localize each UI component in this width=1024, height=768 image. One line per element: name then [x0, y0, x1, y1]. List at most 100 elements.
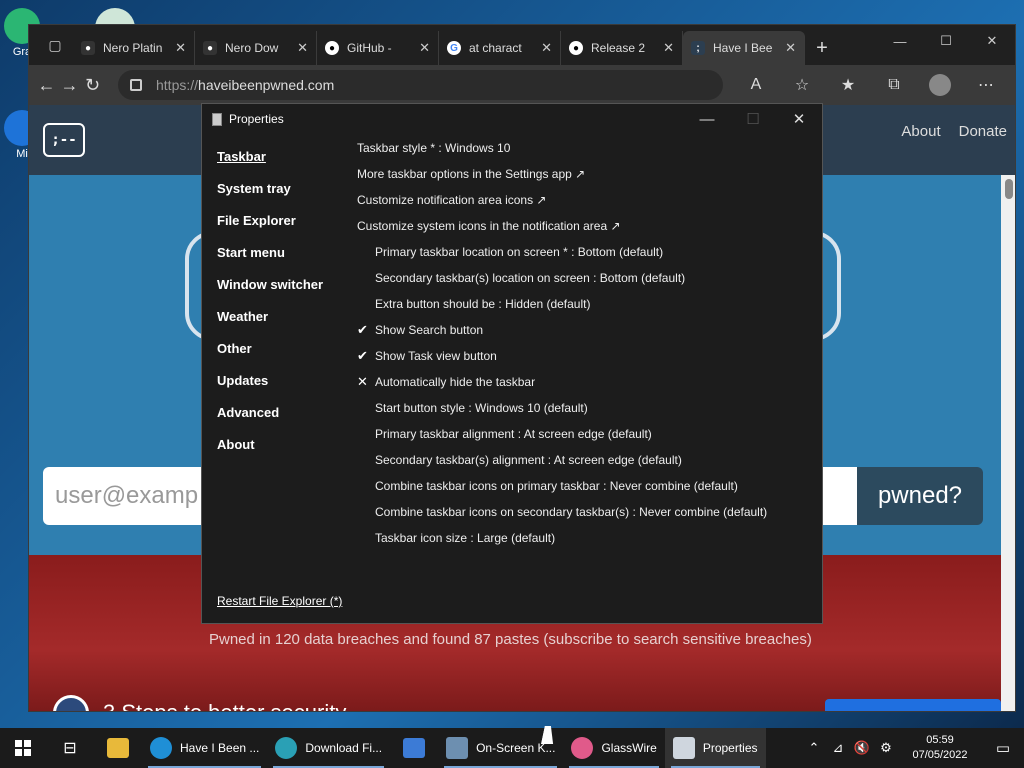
forward-icon[interactable]: → — [58, 69, 81, 101]
restart-explorer-link[interactable]: Restart File Explorer (*) — [217, 594, 342, 608]
sidebar-item-system-tray[interactable]: System tray — [217, 172, 347, 204]
setting-option[interactable]: Taskbar icon size : Large (default) — [357, 525, 807, 551]
chevron-up-icon[interactable]: ⌃ — [802, 728, 826, 768]
read-aloud-icon[interactable]: A — [733, 69, 779, 101]
tab-close-icon[interactable]: ✕ — [297, 40, 308, 56]
setting-option[interactable]: Primary taskbar location on screen * : B… — [357, 239, 807, 265]
store-icon[interactable] — [390, 728, 438, 768]
setting-option[interactable]: More taskbar options in the Settings app… — [357, 161, 807, 187]
network-icon[interactable]: ⊿ — [826, 728, 850, 768]
taskbar: ⊟ Have I Been ... Download Fi... On-Scre… — [0, 728, 1024, 768]
pwned-summary: Pwned in 120 data breaches and found 87 … — [209, 631, 812, 648]
url-host: haveibeenpwned.com — [198, 77, 335, 93]
favorites-icon[interactable]: ★ — [825, 69, 871, 101]
setting-option[interactable]: Start button style : Windows 10 (default… — [357, 395, 807, 421]
setting-option[interactable]: Primary taskbar alignment : At screen ed… — [357, 421, 807, 447]
tab-close-icon[interactable]: ✕ — [175, 40, 186, 56]
tab-label: Nero Platin — [103, 41, 163, 55]
setting-option-label: Taskbar style * : Windows 10 — [357, 141, 511, 155]
volume-muted-icon[interactable]: 🔇 — [850, 728, 874, 768]
minimize-icon[interactable]: — — [877, 25, 923, 57]
taskbar-app-download[interactable]: Download Fi... — [267, 728, 390, 768]
checkmark-icon: ✔ — [357, 348, 368, 363]
setting-option-label: Show Task view button — [375, 349, 497, 363]
setting-option[interactable]: Customize notification area icons ↗ — [357, 187, 807, 213]
sidebar-item-weather[interactable]: Weather — [217, 300, 347, 332]
glasswire-icon — [571, 737, 594, 759]
tab-actions-icon[interactable]: ▢ — [37, 25, 73, 65]
setting-option-label: Primary taskbar alignment : At screen ed… — [375, 427, 652, 441]
setting-option[interactable]: Secondary taskbar(s) location on screen … — [357, 265, 807, 291]
sidebar-item-start-menu[interactable]: Start menu — [217, 236, 347, 268]
refresh-icon[interactable]: ↻ — [81, 69, 104, 101]
browser-tab-active[interactable]: ; Have I Bee ✕ — [683, 31, 805, 65]
tab-close-icon[interactable]: ✕ — [663, 40, 674, 56]
tab-close-icon[interactable]: ✕ — [785, 40, 796, 56]
setting-option-label: Show Search button — [375, 323, 484, 337]
clock-date: 07/05/2022 — [912, 749, 968, 761]
setting-option[interactable]: ✕ Automatically hide the taskbar — [357, 369, 807, 395]
add-favorite-icon[interactable]: ☆ — [779, 69, 825, 101]
sidebar-item-advanced[interactable]: Advanced — [217, 396, 347, 428]
close-icon[interactable]: ✕ — [776, 104, 822, 134]
setting-option[interactable]: Combine taskbar icons on secondary taskb… — [357, 499, 807, 525]
setting-option[interactable]: ✔ Show Search button — [357, 317, 807, 343]
address-bar: ← → ↻ https:// haveibeenpwned.com A ☆ ★ … — [29, 65, 1015, 105]
tab-label: Have I Bee — [713, 41, 773, 55]
system-tray: ⌃ ⊿ 🔇 ⚙ 05:59 07/05/2022 ▭ — [802, 728, 1024, 768]
site-logo[interactable]: ;-- — [43, 123, 85, 157]
nav-donate-link[interactable]: Donate — [959, 123, 1007, 140]
github-icon: ● — [203, 41, 217, 55]
setting-option[interactable]: Combine taskbar icons on primary taskbar… — [357, 473, 807, 499]
browser-tab[interactable]: ● GitHub - ✕ — [317, 31, 439, 65]
setting-option[interactable]: Customize system icons in the notificati… — [357, 213, 807, 239]
browser-tab[interactable]: ● Nero Dow ✕ — [195, 31, 317, 65]
tab-close-icon[interactable]: ✕ — [541, 40, 552, 56]
clock[interactable]: 05:59 07/05/2022 — [898, 733, 982, 763]
profile-icon[interactable] — [917, 69, 963, 101]
settings-gear-icon[interactable]: ⚙ — [874, 728, 898, 768]
sidebar-item-about[interactable]: About — [217, 428, 347, 460]
cross-icon: ✕ — [357, 374, 368, 389]
taskbar-app-glasswire[interactable]: GlassWire — [563, 728, 664, 768]
url-input[interactable]: https:// haveibeenpwned.com — [118, 70, 723, 100]
sidebar-item-other[interactable]: Other — [217, 332, 347, 364]
github-icon: ● — [81, 41, 95, 55]
sidebar-item-updates[interactable]: Updates — [217, 364, 347, 396]
file-explorer-icon[interactable] — [94, 728, 142, 768]
tab-label: GitHub - — [347, 41, 392, 55]
taskbar-app-have-i-been-pwned[interactable]: Have I Been ... — [142, 728, 267, 768]
edge-icon — [275, 737, 298, 759]
back-icon[interactable]: ← — [35, 69, 58, 101]
page-scrollbar[interactable] — [1001, 175, 1015, 711]
browser-tab[interactable]: G at charact ✕ — [439, 31, 561, 65]
dialog-title: Properties — [229, 112, 284, 126]
browser-tab[interactable]: ● Release 2 ✕ — [561, 31, 683, 65]
more-icon[interactable]: ⋯ — [963, 69, 1009, 101]
minimize-icon[interactable]: — — [684, 104, 730, 134]
pwned-button[interactable]: pwned? — [857, 467, 983, 525]
sidebar-item-window-switcher[interactable]: Window switcher — [217, 268, 347, 300]
start-button[interactable] — [0, 728, 46, 768]
setting-option[interactable]: Extra button should be : Hidden (default… — [357, 291, 807, 317]
setting-option[interactable]: Secondary taskbar(s) alignment : At scre… — [357, 447, 807, 473]
taskbar-app-label: Have I Been ... — [180, 741, 260, 755]
task-view-icon[interactable]: ⊟ — [46, 728, 94, 768]
sidebar-item-file-explorer[interactable]: File Explorer — [217, 204, 347, 236]
edge-icon — [150, 737, 172, 759]
tab-close-icon[interactable]: ✕ — [419, 40, 430, 56]
setting-option[interactable]: ✔ Show Task view button — [357, 343, 807, 369]
steps-button[interactable] — [825, 699, 1001, 711]
nav-about-link[interactable]: About — [901, 123, 940, 140]
browser-tab[interactable]: ● Nero Platin ✕ — [73, 31, 195, 65]
setting-option-label: Combine taskbar icons on primary taskbar… — [375, 479, 738, 493]
sidebar-item-taskbar[interactable]: Taskbar — [217, 140, 347, 172]
new-tab-button[interactable]: + — [805, 31, 839, 65]
setting-option[interactable]: Taskbar style * : Windows 10 — [357, 135, 807, 161]
close-icon[interactable]: ✕ — [969, 25, 1015, 57]
taskbar-app-properties[interactable]: Properties — [664, 728, 766, 768]
maximize-icon[interactable]: ☐ — [923, 25, 969, 57]
dialog-titlebar[interactable]: Properties — ☐ ✕ — [202, 104, 822, 134]
collections-icon[interactable]: ⧉ — [871, 69, 917, 101]
notifications-icon[interactable]: ▭ — [982, 728, 1024, 768]
